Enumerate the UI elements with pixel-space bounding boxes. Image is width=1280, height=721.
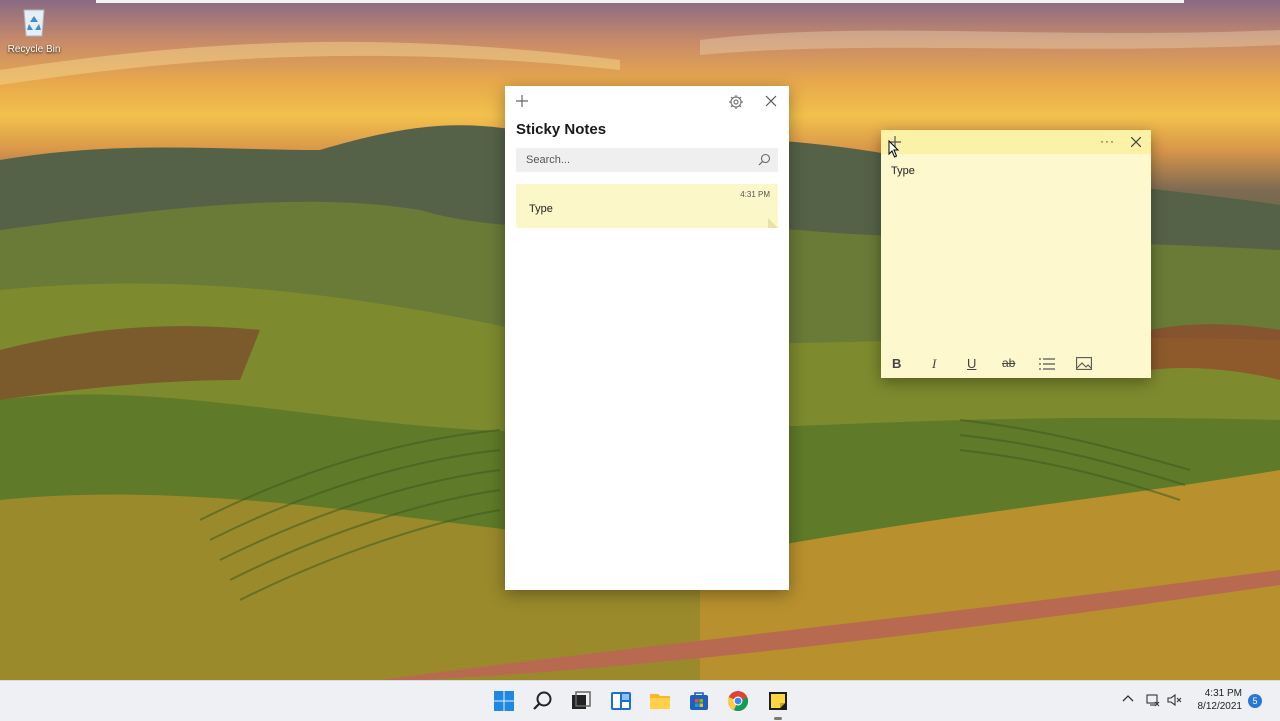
underline-button[interactable]: U <box>967 356 976 371</box>
start-icon[interactable] <box>492 689 516 713</box>
clock-time: 4:31 PM <box>1204 688 1242 699</box>
close-icon[interactable] <box>765 95 777 107</box>
note-body-text[interactable]: Type <box>891 165 915 177</box>
task-view-icon[interactable] <box>569 689 593 713</box>
note-header: ··· <box>881 130 1151 154</box>
bold-button[interactable]: B <box>892 356 901 371</box>
note-card[interactable]: 4:31 PM Type <box>516 184 778 228</box>
format-toolbar: B I U ab <box>881 346 1151 378</box>
note-corner-fold <box>768 218 778 228</box>
mouse-cursor-icon <box>888 140 900 158</box>
chevron-up-icon[interactable] <box>1122 693 1134 703</box>
search-input[interactable] <box>516 148 756 172</box>
strikethrough-button[interactable]: ab <box>1002 356 1015 370</box>
search-icon[interactable] <box>758 153 771 166</box>
new-note-icon[interactable] <box>515 94 529 108</box>
note-close-icon[interactable] <box>1131 137 1141 147</box>
sticky-notes-window: Sticky Notes 4:31 PM Type <box>505 86 789 590</box>
chrome-icon[interactable] <box>726 689 750 713</box>
widgets-icon[interactable] <box>609 689 633 713</box>
search-box[interactable] <box>516 148 778 172</box>
network-icon[interactable] <box>1146 693 1160 707</box>
store-icon[interactable] <box>687 689 711 713</box>
insert-image-icon[interactable] <box>1076 357 1092 370</box>
recycle-bin-label: Recycle Bin <box>7 44 61 55</box>
settings-gear-icon[interactable] <box>728 94 744 110</box>
file-explorer-icon[interactable] <box>648 689 672 713</box>
sticky-notes-title: Sticky Notes <box>516 121 607 138</box>
sticky-notes-icon <box>769 692 787 710</box>
window-top-edge <box>96 0 1184 3</box>
system-clock[interactable]: 4:31 PM 8/12/2021 <box>1192 687 1243 713</box>
note-window: ··· Type B I U ab <box>881 130 1151 378</box>
note-timestamp: 4:31 PM <box>740 190 770 199</box>
notification-badge[interactable]: 5 <box>1248 694 1262 708</box>
sticky-notes-taskbar-button[interactable] <box>766 689 790 720</box>
recycle-bin[interactable]: Recycle Bin <box>4 6 64 55</box>
search-taskbar-icon[interactable] <box>531 689 555 713</box>
more-options-button[interactable]: ··· <box>1100 134 1115 148</box>
sticky-notes-titlebar <box>505 86 789 118</box>
clock-date: 8/12/2021 <box>1197 701 1243 712</box>
bullet-list-icon[interactable] <box>1039 358 1055 370</box>
volume-muted-icon[interactable] <box>1167 693 1183 707</box>
italic-button[interactable]: I <box>932 356 936 372</box>
note-preview-text: Type <box>529 203 553 215</box>
taskbar: 4:31 PM 8/12/2021 5 <box>0 680 1280 721</box>
recycle-bin-icon <box>23 9 45 37</box>
